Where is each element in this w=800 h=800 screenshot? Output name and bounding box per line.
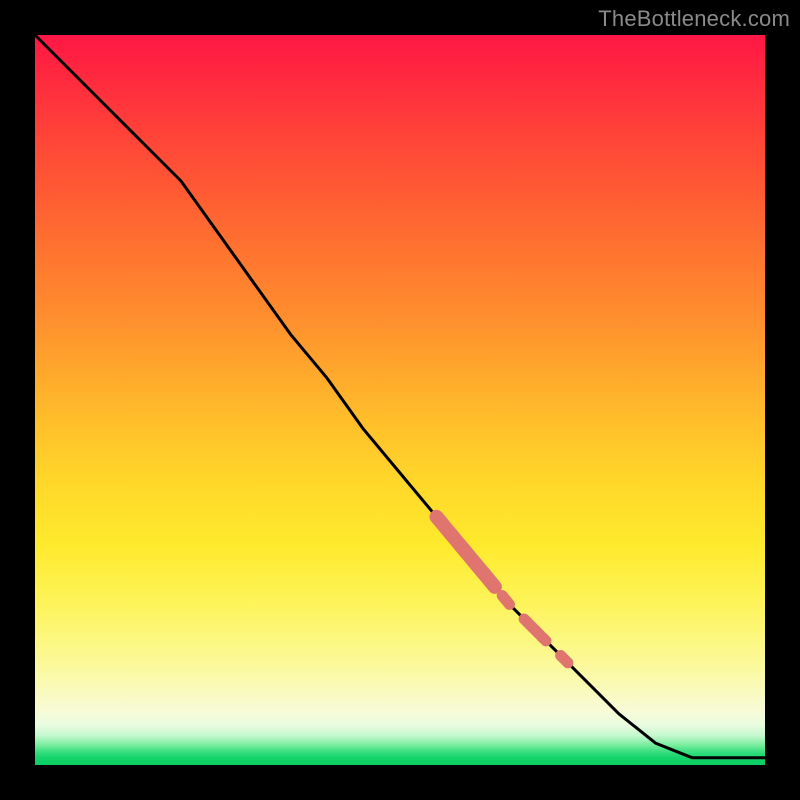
plot-area	[35, 35, 765, 765]
curve-layer	[35, 35, 765, 765]
performance-curve	[35, 35, 765, 758]
highlight-segment	[561, 656, 568, 663]
highlight-segment	[502, 596, 509, 605]
highlight-segment	[524, 619, 546, 641]
highlight-segment	[437, 517, 495, 587]
chart-frame: TheBottleneck.com	[0, 0, 800, 800]
highlight-segments	[437, 517, 568, 663]
watermark-text: TheBottleneck.com	[598, 6, 790, 32]
